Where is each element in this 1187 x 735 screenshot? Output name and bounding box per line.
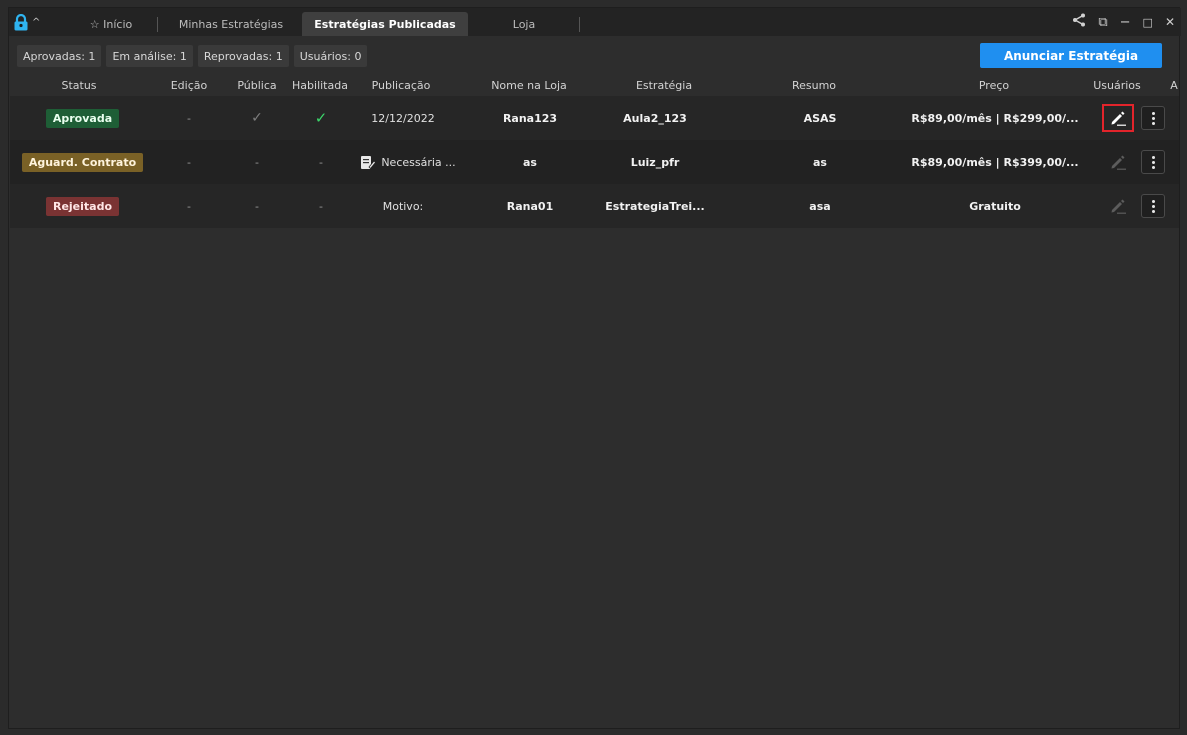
resumo-cell: ASAS	[803, 111, 837, 125]
column-header-status[interactable]: Status	[44, 77, 114, 95]
maximize-icon[interactable]: □	[1143, 16, 1153, 29]
edicao-cell: -	[187, 111, 191, 125]
tab-inicio[interactable]: ☆ Início	[71, 12, 151, 36]
habilitada-cell: -	[319, 155, 323, 169]
column-header-estrategia[interactable]: Estratégia	[614, 77, 714, 95]
share-icon[interactable]	[1072, 13, 1086, 31]
status-badge: Rejeitado	[45, 196, 120, 216]
account-menu-button[interactable]: ^	[13, 12, 49, 32]
detach-window-icon[interactable]: ⧉	[1098, 15, 1107, 30]
preco-cell: R$89,00/mês | R$299,00/...	[911, 111, 1079, 125]
close-icon[interactable]: ✕	[1165, 15, 1175, 29]
column-header-habilitada[interactable]: Habilitada	[287, 77, 353, 95]
column-header-truncated[interactable]: A	[1169, 77, 1179, 95]
column-header-publicacao[interactable]: Publicação	[361, 77, 441, 95]
table-header: Status Edição Pública Habilitada Publica…	[9, 77, 1181, 95]
pencil-icon	[1111, 199, 1126, 214]
status-cell: Rejeitado	[10, 184, 155, 228]
minimize-icon[interactable]: −	[1120, 15, 1131, 30]
filter-em-analise[interactable]: Em análise: 1	[106, 45, 193, 67]
column-header-resumo[interactable]: Resumo	[779, 77, 849, 95]
more-options-button[interactable]	[1141, 194, 1165, 218]
nome-loja-cell: Rana01	[506, 199, 554, 213]
tab-label: Estratégias Publicadas	[314, 17, 456, 31]
resumo-cell: asa	[809, 199, 831, 213]
status-badge: Aguard. Contrato	[21, 152, 144, 172]
contract-pending-icon	[361, 155, 377, 169]
estrategia-cell: Luiz_pfr	[630, 155, 680, 169]
estrategia-cell: EstrategiaTrei...	[605, 199, 705, 213]
column-header-edicao[interactable]: Edição	[164, 77, 214, 95]
edicao-cell: -	[187, 155, 191, 169]
tab-estrategias-publicadas[interactable]: Estratégias Publicadas	[302, 12, 468, 36]
tab-divider	[157, 17, 158, 32]
tab-label: ☆ Início	[89, 17, 133, 31]
column-header-publica[interactable]: Pública	[231, 77, 283, 95]
column-header-nome-loja[interactable]: Nome na Loja	[479, 77, 579, 95]
preco-cell: R$89,00/mês | R$399,00/...	[911, 155, 1079, 169]
more-options-button[interactable]	[1141, 150, 1165, 174]
habilitada-cell: -	[319, 199, 323, 213]
tab-loja[interactable]: Loja	[487, 12, 561, 36]
chevron-up-icon: ^	[32, 16, 41, 28]
pencil-icon	[1111, 111, 1126, 126]
status-cell: Aprovada	[10, 96, 155, 140]
title-bar: ^ ☆ Início Minhas Estratégias Estratégia…	[9, 8, 1181, 36]
announce-strategy-button[interactable]: Anunciar Estratégia	[980, 43, 1162, 68]
tab-label: Minhas Estratégias	[178, 17, 284, 31]
lock-icon	[13, 13, 29, 31]
app-window: ^ ☆ Início Minhas Estratégias Estratégia…	[8, 7, 1181, 729]
publica-check-icon: ✓	[251, 110, 263, 126]
table-row[interactable]: Aprovada - ✓ ✓ 12/12/2022 Rana123 Aula2_…	[10, 96, 1179, 140]
status-cell: Aguard. Contrato	[10, 140, 155, 184]
tab-label: Loja	[512, 17, 536, 31]
publicacao-cell: Motivo:	[382, 199, 424, 213]
table-row[interactable]: Aguard. Contrato - - - Necessária ... as…	[10, 140, 1179, 184]
window-controls: ⧉ − □ ✕	[1072, 12, 1175, 32]
edit-button[interactable]	[1102, 192, 1134, 220]
nome-loja-cell: Rana123	[502, 111, 558, 125]
publica-cell: -	[255, 199, 259, 213]
publica-cell: -	[255, 155, 259, 169]
edicao-cell: -	[187, 199, 191, 213]
publicacao-text: Necessária ...	[381, 155, 456, 169]
more-options-button[interactable]	[1141, 106, 1165, 130]
filter-aprovadas[interactable]: Aprovadas: 1	[17, 45, 102, 67]
filter-bar: Aprovadas: 1 Em análise: 1 Reprovadas: 1…	[17, 45, 368, 67]
pencil-icon	[1111, 155, 1126, 170]
tab-minhas-estrategias[interactable]: Minhas Estratégias	[167, 12, 295, 36]
table-row[interactable]: Rejeitado - - - Motivo: Rana01 Estrategi…	[10, 184, 1179, 228]
nome-loja-cell: as	[523, 155, 537, 169]
edit-button[interactable]	[1102, 148, 1134, 176]
estrategia-cell: Aula2_123	[623, 111, 687, 125]
filter-usuarios[interactable]: Usuários: 0	[293, 45, 368, 67]
column-header-usuarios[interactable]: Usuários	[1087, 77, 1147, 95]
edit-button[interactable]	[1102, 104, 1134, 132]
resumo-cell: as	[813, 155, 827, 169]
preco-cell: Gratuito	[969, 199, 1021, 213]
publicacao-cell[interactable]: Necessária ...	[352, 140, 464, 184]
habilitada-check-icon: ✓	[314, 109, 328, 127]
status-badge: Aprovada	[45, 108, 120, 128]
tab-divider	[579, 17, 580, 32]
publicacao-cell: 12/12/2022	[371, 111, 435, 125]
column-header-preco[interactable]: Preço	[944, 77, 1044, 95]
filter-reprovadas[interactable]: Reprovadas: 1	[197, 45, 289, 67]
